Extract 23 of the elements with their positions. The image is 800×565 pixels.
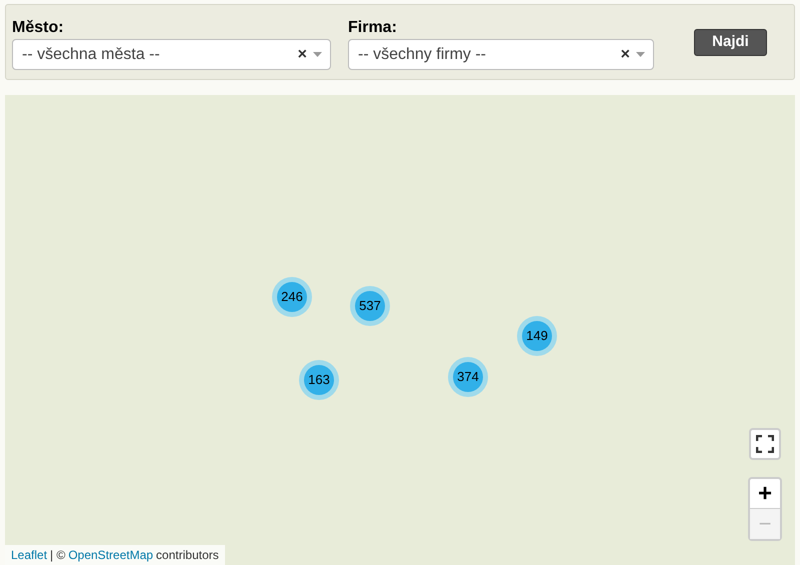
cluster-marker[interactable]: 374 <box>448 357 488 397</box>
select-value: -- všechna města -- <box>22 44 161 64</box>
clear-button[interactable]: × <box>620 42 630 66</box>
select-field[interactable]: -- všechna města -- × <box>12 39 331 70</box>
select-field[interactable]: -- všechny firmy -- × <box>348 39 654 70</box>
openstreetmap-link[interactable]: OpenStreetMap <box>68 546 154 564</box>
cluster-marker[interactable]: 537 <box>350 286 390 326</box>
map[interactable]: 246 537 163 374 149 + − Leaflet | © OpenStreetMap contributors <box>5 95 795 565</box>
fullscreen-icon <box>756 435 774 453</box>
attribution-text: contributors <box>156 547 219 564</box>
caret-icon <box>313 52 322 57</box>
attribution-text: | © <box>50 547 66 564</box>
field-label: Město: <box>12 18 65 38</box>
clear-button[interactable]: × <box>298 42 307 66</box>
search-button[interactable]: Najdi <box>694 29 767 56</box>
field-label: Firma: <box>348 18 398 38</box>
cluster-marker[interactable]: 163 <box>299 360 339 400</box>
caret-icon <box>636 52 645 57</box>
cluster-marker[interactable]: 246 <box>272 277 312 317</box>
leaflet-link[interactable]: Leaflet <box>11 546 48 564</box>
fullscreen-button[interactable] <box>749 428 781 460</box>
select-value: -- všechny firmy -- <box>358 44 487 64</box>
cluster-marker[interactable]: 149 <box>517 316 557 356</box>
